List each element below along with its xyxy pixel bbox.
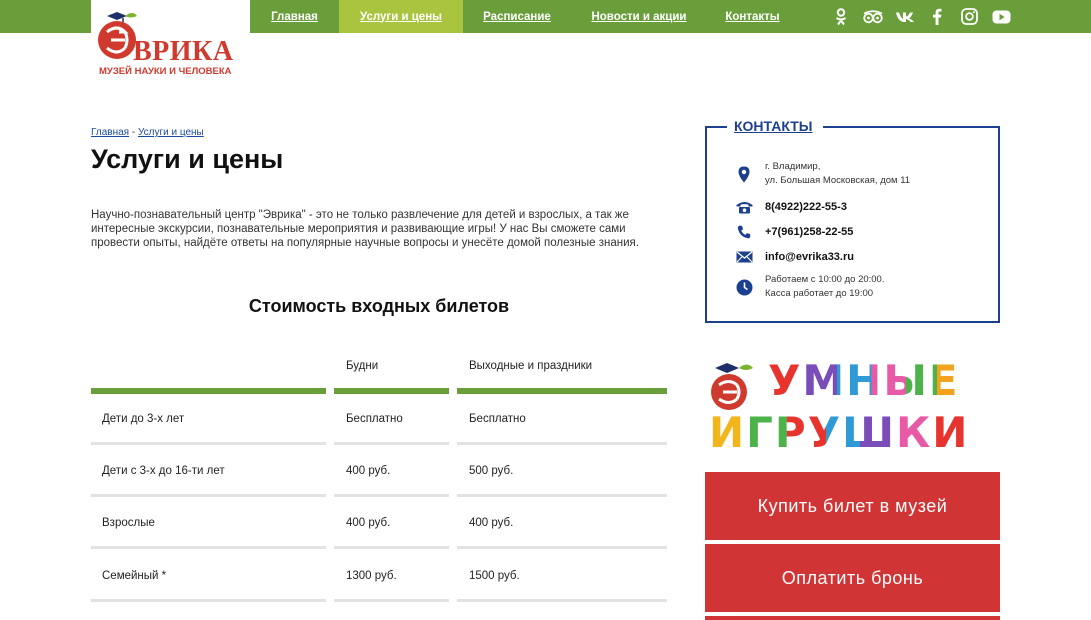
row-divider bbox=[457, 599, 667, 602]
phone1[interactable]: 8(4922)222-55-3 bbox=[765, 200, 847, 214]
youtube-icon[interactable] bbox=[991, 7, 1011, 27]
row-divider bbox=[91, 599, 326, 602]
pay-booking-button[interactable]: Оплатить бронь bbox=[705, 544, 1000, 612]
header-bar-weekdays bbox=[334, 388, 449, 394]
table-cell: 400 руб. bbox=[346, 465, 391, 477]
address-line1: г. Владимир, bbox=[765, 161, 821, 172]
mobile-phone-icon bbox=[735, 223, 753, 241]
email[interactable]: info@evrika33.ru bbox=[765, 250, 854, 264]
table-cell: 1300 руб. bbox=[346, 570, 397, 582]
header-bar-weekends bbox=[457, 388, 667, 394]
contact-email: info@evrika33.ru bbox=[735, 248, 854, 266]
row-divider bbox=[91, 442, 326, 445]
contact-phone2: +7(961)258-22-55 bbox=[735, 223, 853, 241]
contact-address: г. Владимир, ул. Большая Московская, дом … bbox=[735, 160, 910, 188]
row-divider bbox=[457, 494, 667, 497]
hours-line1: Работаем с 10:00 до 20:00. bbox=[765, 274, 885, 285]
logo-word: ВРИКА bbox=[133, 36, 234, 67]
table-cell: Дети до 3-х лет bbox=[102, 413, 185, 425]
hours-line2: Касса работает до 19:00 bbox=[765, 288, 874, 299]
table-cell: Дети с 3-х до 16-ти лет bbox=[102, 465, 225, 477]
vk-icon[interactable] bbox=[895, 7, 915, 27]
clock-icon bbox=[735, 278, 753, 296]
contact-phone1: 8(4922)222-55-3 bbox=[735, 198, 847, 216]
page-title: Услуги и цены bbox=[91, 144, 284, 174]
table-cell: Бесплатно bbox=[346, 413, 403, 425]
social-links bbox=[831, 0, 1011, 33]
tripadvisor-icon[interactable] bbox=[863, 7, 883, 27]
logo-subtitle: МУЗЕЙ НАУКИ И ЧЕЛОВЕКА bbox=[99, 66, 232, 77]
table-cell: 400 руб. bbox=[469, 517, 514, 529]
row-divider bbox=[91, 546, 326, 549]
buy-ticket-button[interactable]: Купить билет в музей bbox=[705, 472, 1000, 540]
row-divider bbox=[334, 494, 449, 497]
col-weekends: Выходные и праздники bbox=[469, 360, 593, 372]
row-divider bbox=[334, 599, 449, 602]
smart-toys-banner[interactable]: УМНЫЕ ИГРУШКИ bbox=[705, 356, 1000, 466]
table-cell: Бесплатно bbox=[469, 413, 526, 425]
table-cell: Взрослые bbox=[102, 517, 155, 529]
apple-mascot-icon bbox=[711, 363, 753, 410]
nav-schedule[interactable]: Расписание bbox=[463, 0, 571, 33]
row-divider bbox=[91, 494, 326, 497]
breadcrumb-separator: - bbox=[129, 127, 138, 138]
envelope-icon bbox=[735, 248, 753, 266]
nav-contacts[interactable]: Контакты bbox=[707, 0, 798, 33]
breadcrumb-home[interactable]: Главная bbox=[91, 127, 129, 138]
contacts-box: КОНТАКТЫ г. Владимир, ул. Большая Московс… bbox=[705, 118, 1000, 323]
location-pin-icon bbox=[735, 165, 753, 183]
tickets-title: Стоимость входных билетов bbox=[248, 296, 510, 316]
col-weekdays: Будни bbox=[346, 360, 379, 372]
table-cell: 1500 руб. bbox=[469, 570, 520, 582]
phone2[interactable]: +7(961)258-22-55 bbox=[765, 225, 853, 239]
main-nav: Главная Услуги и цены Расписание Новости… bbox=[250, 0, 798, 33]
breadcrumb: Главная - Услуги и цены bbox=[91, 127, 204, 138]
intro-text: Научно-познавательный центр "Эврика" - э… bbox=[91, 209, 639, 249]
museum-logo[interactable]: ВРИКА МУЗЕЙ НАУКИ И ЧЕЛОВЕКА bbox=[91, 0, 250, 90]
address-line2: ул. Большая Московская, дом 11 bbox=[765, 175, 911, 186]
row-divider bbox=[334, 546, 449, 549]
odnoklassniki-icon[interactable] bbox=[831, 7, 851, 27]
banner-line1: УМНЫЕ bbox=[768, 356, 960, 405]
header-bar-category bbox=[91, 388, 326, 394]
next-button-edge[interactable] bbox=[705, 616, 1000, 620]
table-cell: 500 руб. bbox=[469, 465, 514, 477]
table-cell: 400 руб. bbox=[346, 517, 391, 529]
contacts-title[interactable]: КОНТАКТЫ bbox=[727, 118, 824, 134]
facebook-icon[interactable] bbox=[927, 7, 947, 27]
nav-news[interactable]: Новости и акции bbox=[571, 0, 707, 33]
row-divider bbox=[457, 546, 667, 549]
row-divider bbox=[334, 442, 449, 445]
breadcrumb-current[interactable]: Услуги и цены bbox=[138, 127, 204, 138]
row-divider bbox=[457, 442, 667, 445]
contact-hours: Работаем с 10:00 до 20:00. Касса работает… bbox=[735, 273, 884, 301]
banner-line2: ИГРУШКИ bbox=[709, 408, 970, 457]
nav-home[interactable]: Главная bbox=[250, 0, 339, 33]
nav-services-prices[interactable]: Услуги и цены bbox=[339, 0, 463, 33]
instagram-icon[interactable] bbox=[959, 7, 979, 27]
table-cell: Семейный * bbox=[102, 570, 167, 582]
telephone-icon bbox=[735, 198, 753, 216]
